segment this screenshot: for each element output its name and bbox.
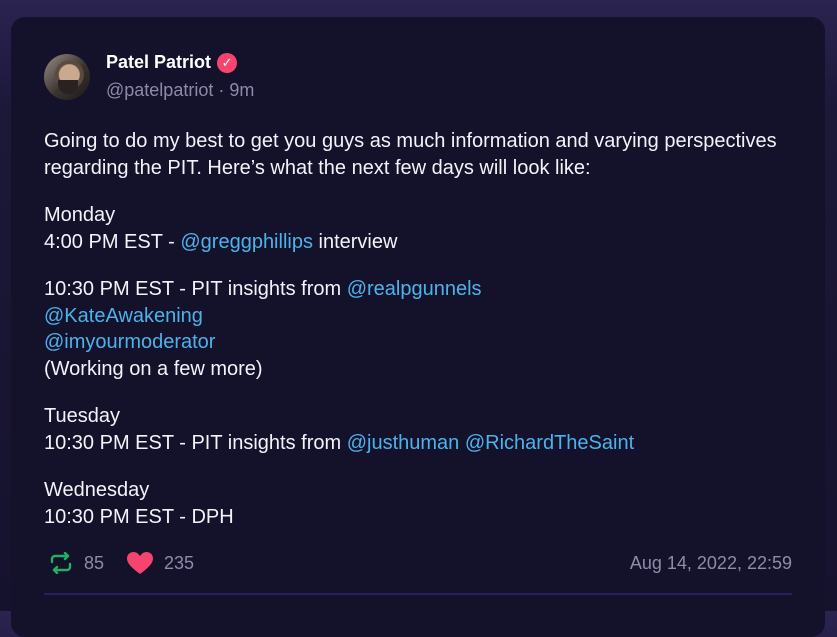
mention-link[interactable]: @RichardTheSaint bbox=[465, 432, 634, 454]
schedule-time: 10:30 PM EST - PIT insights from bbox=[44, 278, 347, 300]
monday-block: Monday 4:00 PM EST - @greggphillips inte… bbox=[44, 202, 804, 255]
retweet-count: 85 bbox=[84, 552, 105, 573]
like-count: 235 bbox=[164, 552, 195, 573]
schedule-time: 10:30 PM EST - PIT insights from bbox=[44, 431, 347, 454]
tuesday-label: Tuesday bbox=[44, 405, 120, 427]
schedule-detail: interview bbox=[312, 230, 398, 253]
schedule-time: 4:00 PM EST - bbox=[44, 230, 181, 253]
mention-link[interactable]: @realpgunnels bbox=[347, 278, 482, 300]
schedule-time: 10:30 PM EST - DPH bbox=[44, 505, 234, 528]
retweet-icon bbox=[50, 552, 72, 574]
retweet-button[interactable]: 85 bbox=[48, 552, 104, 574]
author-handle[interactable]: @patelpatriot bbox=[106, 80, 213, 100]
author-handle-row: @patelpatriot · 9m bbox=[106, 80, 254, 101]
tweet-intro: Going to do my best to get you guys as m… bbox=[44, 130, 777, 179]
heart-icon bbox=[127, 552, 154, 574]
divider bbox=[44, 593, 792, 595]
monday-label: Monday bbox=[44, 204, 116, 226]
wednesday-label: Wednesday bbox=[44, 479, 150, 501]
author-name-row: Patel Patriot ✓ bbox=[106, 52, 238, 73]
monday-note: (Working on a few more) bbox=[44, 357, 263, 380]
monday-insights-block: 10:30 PM EST - PIT insights from @realpg… bbox=[44, 276, 804, 382]
mention-link[interactable]: @imyourmoderator bbox=[44, 331, 215, 353]
mention-link[interactable]: @justhuman bbox=[347, 432, 460, 454]
separator-dot: · bbox=[218, 80, 225, 100]
author-name[interactable]: Patel Patriot bbox=[106, 52, 211, 73]
tweet-body: Going to do my best to get you guys as m… bbox=[44, 128, 804, 551]
mention-link[interactable]: @KateAwakening bbox=[44, 305, 203, 327]
tweet-timestamp[interactable]: Aug 14, 2022, 22:59 bbox=[630, 553, 792, 574]
tweet-card: Patel Patriot ✓ @patelpatriot · 9m Going… bbox=[11, 17, 825, 637]
author-avatar[interactable] bbox=[44, 54, 90, 100]
time-ago[interactable]: 9m bbox=[229, 80, 254, 100]
mention-link[interactable]: @greggphillips bbox=[180, 231, 313, 253]
verified-badge-icon: ✓ bbox=[217, 52, 238, 73]
wednesday-block: Wednesday 10:30 PM EST - DPH bbox=[44, 477, 804, 530]
tweet-actions: 85 235 bbox=[48, 551, 216, 575]
tuesday-block: Tuesday 10:30 PM EST - PIT insights from… bbox=[44, 403, 804, 456]
like-button[interactable]: 235 bbox=[126, 551, 194, 575]
